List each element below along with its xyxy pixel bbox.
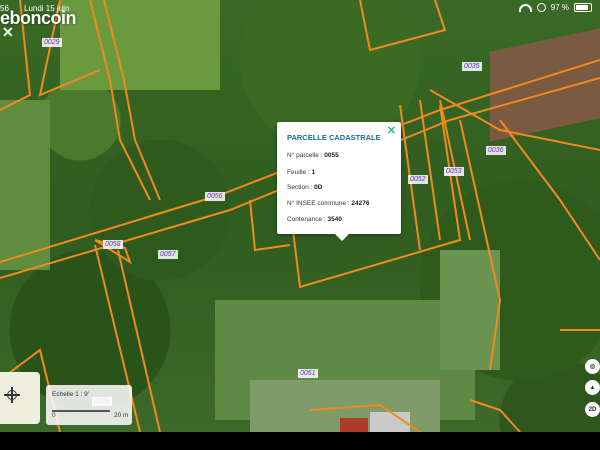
popup-row-section: Section : 0D <box>287 184 322 191</box>
popup-row-parcel: N° parcelle : 0055 <box>287 152 339 159</box>
popup-row-contenance: Contenance : 3540 <box>287 216 342 223</box>
orientation-lock-icon <box>536 3 546 12</box>
parcel-label: 0058 <box>103 240 123 249</box>
row-label: N° parcelle : <box>287 152 325 159</box>
2d-toggle-icon[interactable]: 2D <box>585 402 600 417</box>
parcel-label: 0036 <box>486 146 506 155</box>
locate-button[interactable] <box>0 372 40 424</box>
compass-icon[interactable]: ◎ <box>585 359 600 374</box>
parcel-label: 0051 <box>298 369 318 378</box>
popup-close-button[interactable]: ✕ <box>387 124 396 137</box>
popup-row-feuille: Feuille : 1 <box>287 169 315 176</box>
scale-bar <box>52 410 110 412</box>
row-label: Section : <box>287 184 315 191</box>
parcel-label: 0052 <box>408 175 428 184</box>
scale-max: 20 m <box>114 412 129 419</box>
parcel-label: 0035 <box>462 62 482 71</box>
popup-title: PARCELLE CADASTRALE <box>287 133 381 142</box>
row-label: Feuille : <box>287 169 312 176</box>
wifi-icon <box>518 3 532 12</box>
locate-icon <box>4 387 20 403</box>
bottom-bar <box>0 432 600 450</box>
parcel-label: 0029 <box>42 38 62 47</box>
parcel-popup: PARCELLE CADASTRALE ✕ N° parcelle : 0055… <box>277 122 401 241</box>
popup-row-insee: N° INSEE commune : 24276 <box>287 200 369 207</box>
parcel-label: 0053 <box>444 167 464 176</box>
parcel-label: 0056 <box>205 192 225 201</box>
row-value: 24276 <box>351 200 370 207</box>
scale-zero: 0 <box>52 412 56 419</box>
status-bar: 56 Lundi 15 juin 97 % <box>0 0 600 16</box>
row-label: Contenance : <box>287 216 328 223</box>
close-icon[interactable]: ✕ <box>2 24 14 41</box>
battery-icon <box>574 3 592 12</box>
scale-text: Echelle 1 : <box>52 391 83 398</box>
layers-button[interactable]: ▲ <box>585 380 600 395</box>
parcel-label: 0057 <box>158 250 178 259</box>
row-value: 0055 <box>324 152 339 159</box>
row-value: 0D <box>314 184 323 191</box>
row-value: 3540 <box>327 216 342 223</box>
battery-percent: 97 % <box>550 3 569 12</box>
row-label: N° INSEE commune : <box>287 200 352 207</box>
scale-value: 9' <box>84 391 90 398</box>
scale-indicator: Echelle 1 : 9' 0 20 m <box>46 385 132 425</box>
scale-label: Echelle 1 : 9' <box>52 391 89 398</box>
row-value: 1 <box>311 169 316 176</box>
status-icons: 97 % <box>518 3 592 12</box>
